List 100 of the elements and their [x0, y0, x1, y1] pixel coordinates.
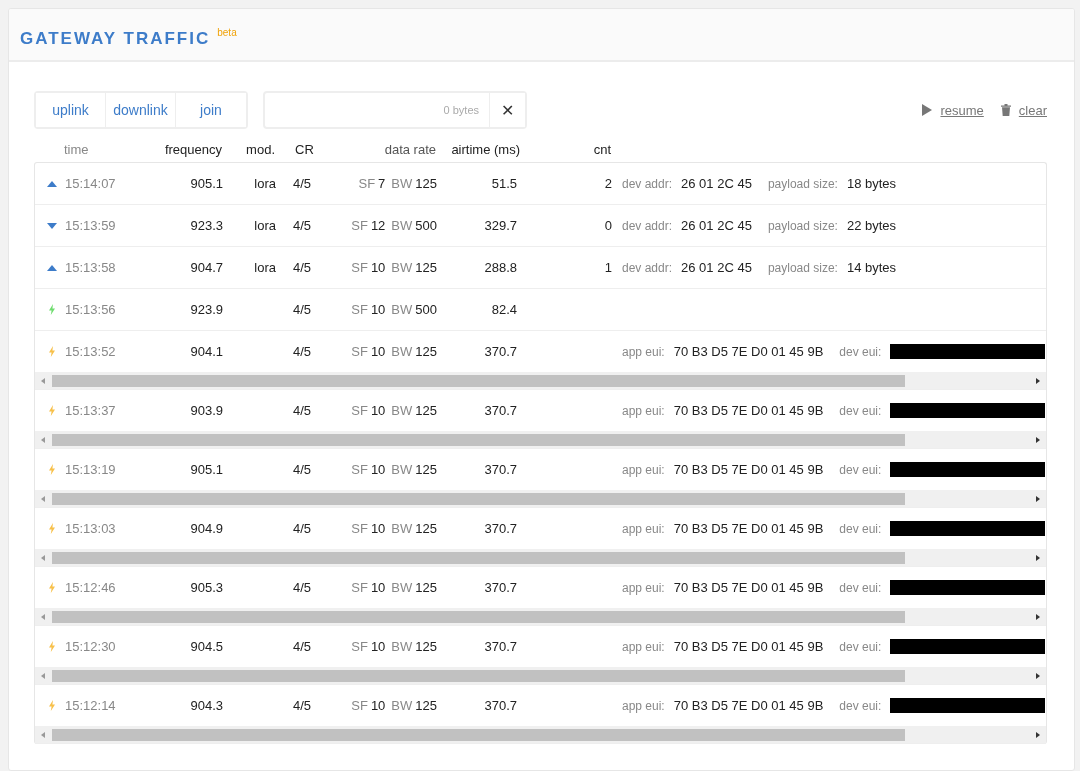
beta-label: beta: [217, 27, 237, 38]
scroll-left-icon[interactable]: [41, 554, 45, 561]
rate-value: 125: [415, 403, 437, 418]
time-cell-text: 15:13:59: [65, 218, 117, 233]
horizontal-scrollbar[interactable]: [35, 726, 1046, 743]
scroll-right-icon[interactable]: [1036, 436, 1040, 443]
detail-value: 70 B3 D5 7E D0 01 45 9B: [673, 403, 824, 418]
count-cell: 2: [604, 176, 612, 191]
rate-label: SF: [351, 218, 368, 233]
horizontal-scrollbar[interactable]: [35, 431, 1046, 448]
detail-value: 70 B3 D5 7E D0 01 45 9B: [673, 462, 824, 477]
rate-value: 125: [415, 176, 437, 191]
scroll-right-icon[interactable]: [1036, 495, 1040, 502]
rate-label: SF: [351, 639, 368, 654]
detail-label: dev eui:: [839, 403, 882, 418]
count-cell: 0: [604, 218, 612, 233]
frequency-cell-text: 905.1: [189, 462, 223, 477]
lightning-icon: [49, 523, 55, 534]
airtime-cell-text: 370.7: [483, 344, 517, 359]
frequency-cell-text: 923.3: [189, 218, 223, 233]
scroll-left-icon[interactable]: [41, 672, 45, 679]
scroll-left-icon[interactable]: [41, 436, 45, 443]
lightning-icon: [49, 641, 55, 652]
play-icon[interactable]: [922, 104, 933, 116]
rate-value: 125: [415, 580, 437, 595]
action-link[interactable]: resume: [940, 102, 984, 118]
rate-label: SF: [351, 580, 368, 595]
page-title: GATEWAY TRAFFIC: [20, 29, 211, 49]
rate-label: BW: [391, 639, 413, 654]
frequency-cell-text: 904.3: [189, 698, 223, 713]
rate-label: SF: [358, 176, 376, 191]
airtime-cell-text: 51.5: [490, 176, 517, 191]
rate-value: 10: [370, 462, 386, 477]
detail-label: app eui:: [622, 521, 665, 536]
coding-rate-cell-text: 4/5: [292, 260, 313, 275]
rate-label: SF: [351, 344, 368, 359]
search-field[interactable]: 0 bytes ✕: [263, 91, 527, 129]
detail-label: payload size:: [767, 260, 838, 275]
airtime-cell-text: 288.8: [483, 260, 517, 275]
coding-rate-cell-text: 4/5: [292, 462, 313, 477]
rate-value: 10: [370, 260, 386, 275]
horizontal-scrollbar[interactable]: [35, 490, 1046, 507]
detail-label: dev eui:: [839, 639, 882, 654]
scroll-left-icon[interactable]: [41, 377, 45, 384]
horizontal-scrollbar[interactable]: [35, 608, 1046, 625]
detail-label: app eui:: [622, 639, 665, 654]
rate-value: 125: [415, 344, 437, 359]
scroll-right-icon[interactable]: [1036, 613, 1040, 620]
detail-label: payload size:: [767, 176, 838, 191]
trash-icon[interactable]: [1000, 104, 1011, 116]
horizontal-scrollbar[interactable]: [35, 549, 1046, 566]
scroll-right-icon[interactable]: [1036, 731, 1040, 738]
column-header: frequency: [163, 141, 222, 157]
detail-value: 26 01 2C 45: [681, 218, 752, 233]
up-triangle-icon: [47, 264, 57, 271]
close-button[interactable]: ✕: [489, 93, 525, 127]
scroll-left-icon[interactable]: [41, 613, 45, 620]
lightning-icon: [49, 405, 55, 416]
horizontal-scrollbar[interactable]: [35, 667, 1046, 684]
lightning-icon: [49, 304, 55, 315]
detail-value: 26 01 2C 45: [681, 176, 752, 191]
column-header: CR: [294, 141, 315, 157]
scroll-left-icon[interactable]: [41, 731, 45, 738]
scroll-right-icon[interactable]: [1036, 554, 1040, 561]
coding-rate-cell-text: 4/5: [292, 521, 313, 536]
coding-rate-cell-text: 4/5: [292, 176, 313, 191]
airtime-cell-text: 370.7: [483, 698, 517, 713]
column-header: airtime (ms): [450, 141, 520, 157]
modulation-cell: lora: [254, 218, 276, 233]
scroll-right-icon[interactable]: [1036, 377, 1040, 384]
rate-value: 12: [370, 218, 386, 233]
detail-value: 70 B3 D5 7E D0 01 45 9B: [673, 344, 824, 359]
detail-value: 70 B3 D5 7E D0 01 45 9B: [673, 698, 824, 713]
detail-label: app eui:: [622, 462, 665, 477]
detail-label: app eui:: [622, 580, 665, 595]
coding-rate-cell-text: 4/5: [292, 344, 313, 359]
detail-label: dev eui:: [839, 580, 882, 595]
scroll-right-icon[interactable]: [1036, 672, 1040, 679]
detail-label: dev eui:: [839, 344, 882, 359]
rate-label: BW: [391, 521, 413, 536]
size-counter: 0 bytes: [442, 104, 480, 116]
time-cell-text: 15:13:03: [65, 521, 117, 536]
coding-rate-cell-text: 4/5: [292, 698, 313, 713]
coding-rate-cell-text: 4/5: [292, 302, 313, 317]
detail-value: 70 B3 D5 7E D0 01 45 9B: [673, 580, 824, 595]
frequency-cell-text: 904.5: [189, 639, 223, 654]
detail-value: 70 B3 D5 7E D0 01 45 9B: [673, 639, 824, 654]
rate-value: 10: [370, 403, 386, 418]
coding-rate-cell-text: 4/5: [292, 580, 313, 595]
detail-label: dev addr:: [622, 176, 673, 191]
detail-label: dev eui:: [839, 698, 882, 713]
airtime-cell-text: 370.7: [483, 521, 517, 536]
airtime-cell-text: 329.7: [483, 218, 517, 233]
time-cell-text: 15:12:30: [65, 639, 117, 654]
action-link[interactable]: clear: [1018, 102, 1047, 118]
scroll-left-icon[interactable]: [41, 495, 45, 502]
rate-label: BW: [391, 344, 413, 359]
rate-label: BW: [391, 218, 413, 233]
filter-button[interactable]: uplink: [36, 93, 106, 127]
horizontal-scrollbar[interactable]: [35, 372, 1046, 389]
